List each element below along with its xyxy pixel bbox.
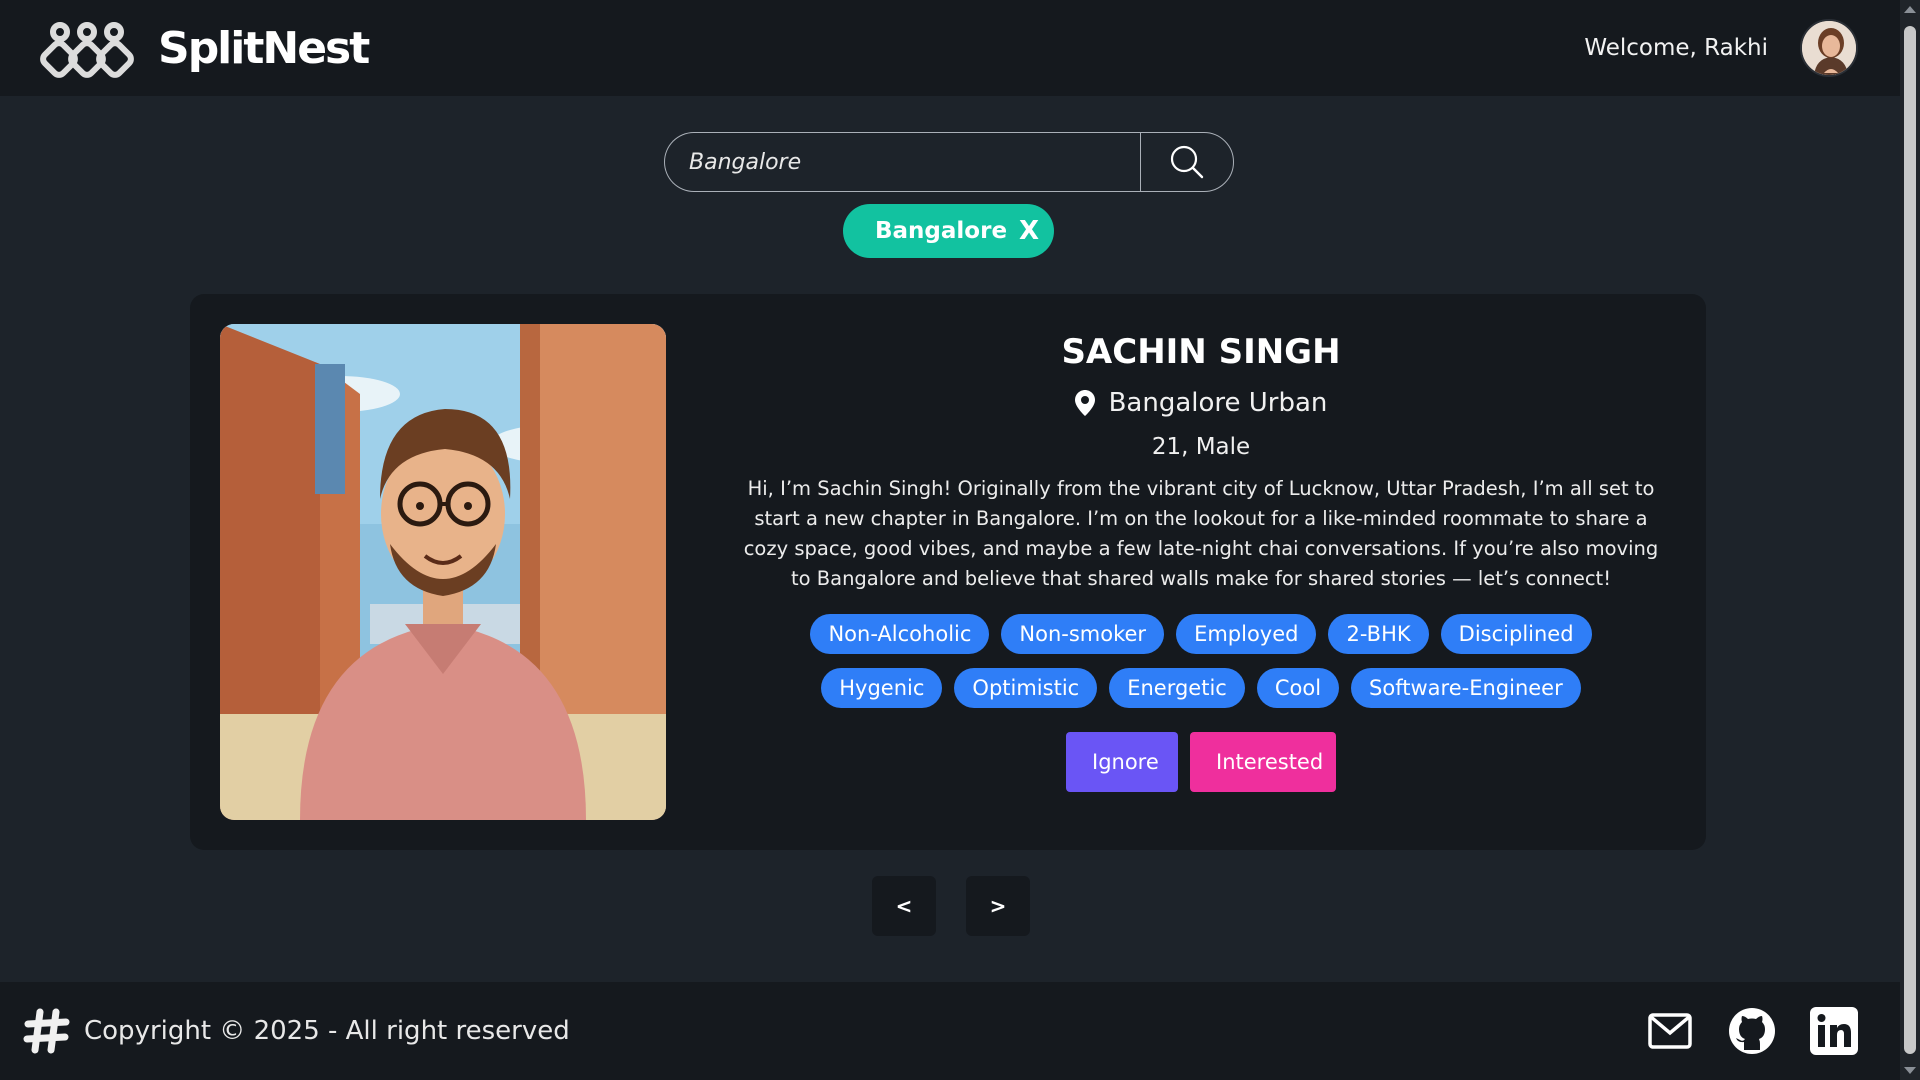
tag-badge: Employed bbox=[1176, 614, 1317, 654]
linkedin-link[interactable] bbox=[1808, 1005, 1860, 1057]
pagination: < > bbox=[872, 876, 1030, 936]
scroll-thumb[interactable] bbox=[1904, 26, 1916, 1054]
social-links bbox=[1644, 1005, 1860, 1057]
interested-button[interactable]: Interested bbox=[1190, 732, 1336, 792]
github-icon bbox=[1729, 1008, 1775, 1054]
profile-age-gender: 21, Male bbox=[1151, 434, 1251, 460]
avatar-image bbox=[1802, 21, 1856, 75]
profile-name: SACHIN SINGH bbox=[1061, 332, 1341, 372]
ignore-button[interactable]: Ignore bbox=[1066, 732, 1178, 792]
tag-badge: Disciplined bbox=[1440, 614, 1592, 654]
brand-name: SplitNest bbox=[158, 22, 370, 74]
next-button[interactable]: > bbox=[966, 876, 1030, 936]
profile-info: SACHIN SINGH Bangalore Urban 21, Male Hi… bbox=[730, 324, 1672, 792]
prev-button[interactable]: < bbox=[872, 876, 936, 936]
top-navbar: SplitNest Welcome, Rakhi bbox=[0, 0, 1900, 96]
hash-icon bbox=[23, 1008, 70, 1054]
tag-badge: Non-smoker bbox=[1001, 614, 1165, 654]
footer: Copyright © 2025 - All right reserved bbox=[0, 982, 1900, 1080]
chip-remove-button[interactable]: X bbox=[1019, 216, 1039, 246]
footer-left: Copyright © 2025 - All right reserved bbox=[22, 1006, 570, 1056]
scroll-down-icon[interactable] bbox=[1904, 1067, 1916, 1074]
user-area: Welcome, Rakhi bbox=[1584, 19, 1858, 77]
tag-badge: Optimistic bbox=[954, 668, 1098, 708]
map-pin-icon bbox=[1074, 390, 1095, 416]
profile-bio: Hi, I’m Sachin Singh! Originally from th… bbox=[743, 477, 1659, 590]
copyright-text: Copyright © 2025 - All right reserved bbox=[84, 1016, 570, 1046]
location-filter-chip[interactable]: Bangalore X bbox=[843, 204, 1054, 258]
mail-link[interactable] bbox=[1644, 1005, 1696, 1057]
profile-tags: Non-Alcoholic Non-smoker Employed 2-BHK … bbox=[751, 614, 1651, 708]
profile-illustration bbox=[220, 324, 666, 820]
tag-badge: Energetic bbox=[1109, 668, 1245, 708]
location-text: Bangalore Urban bbox=[1108, 388, 1328, 418]
tag-badge: Cool bbox=[1256, 668, 1340, 708]
search-bar bbox=[664, 132, 1234, 192]
linked-rings-logo-icon bbox=[40, 22, 134, 78]
tag-badge: Non-Alcoholic bbox=[810, 614, 990, 654]
profile-actions: Ignore Interested bbox=[730, 732, 1672, 792]
avatar[interactable] bbox=[1800, 19, 1858, 77]
tag-badge: 2-BHK bbox=[1328, 614, 1429, 654]
search-button[interactable] bbox=[1140, 132, 1234, 192]
mail-icon bbox=[1648, 1013, 1692, 1049]
brand[interactable]: SplitNest bbox=[40, 18, 370, 78]
tag-badge: Hygenic bbox=[821, 668, 943, 708]
profile-photo bbox=[220, 324, 666, 820]
chip-label: Bangalore bbox=[875, 218, 1008, 244]
search-icon bbox=[1170, 145, 1204, 179]
github-link[interactable] bbox=[1726, 1005, 1778, 1057]
search-input[interactable] bbox=[664, 132, 1140, 192]
welcome-text: Welcome, Rakhi bbox=[1584, 35, 1768, 61]
tag-badge: Software-Engineer bbox=[1351, 668, 1581, 708]
profile-card: SACHIN SINGH Bangalore Urban 21, Male Hi… bbox=[190, 294, 1706, 850]
scroll-up-icon[interactable] bbox=[1904, 6, 1916, 13]
profile-location: Bangalore Urban bbox=[730, 388, 1672, 418]
linkedin-icon bbox=[1810, 1007, 1858, 1055]
scrollbar[interactable] bbox=[1900, 0, 1920, 1080]
